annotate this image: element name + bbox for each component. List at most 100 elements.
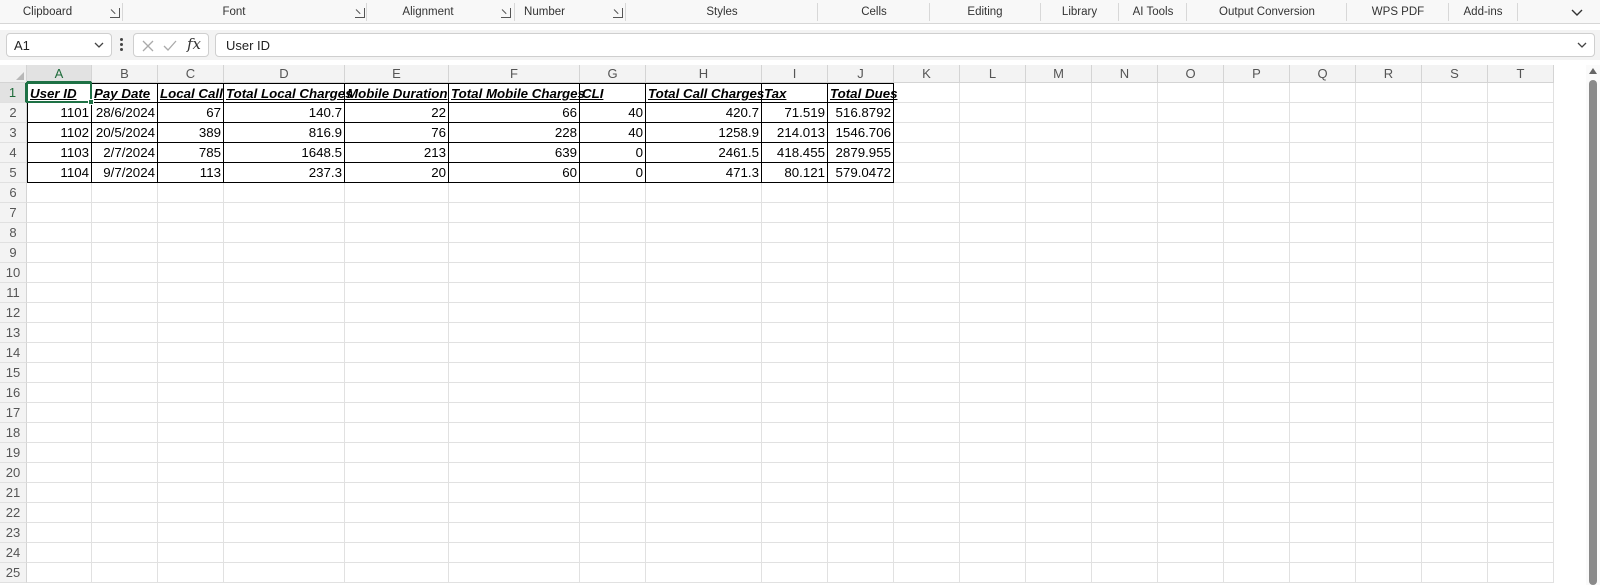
- cell-s9[interactable]: [1422, 243, 1488, 263]
- cell-p18[interactable]: [1224, 423, 1290, 443]
- cell-p10[interactable]: [1224, 263, 1290, 283]
- cell-h17[interactable]: [646, 403, 762, 423]
- cell-c15[interactable]: [158, 363, 224, 383]
- cell-o6[interactable]: [1158, 183, 1224, 203]
- cell-t25[interactable]: [1488, 563, 1554, 583]
- cell-j18[interactable]: [828, 423, 894, 443]
- cell-r20[interactable]: [1356, 463, 1422, 483]
- cell-g13[interactable]: [580, 323, 646, 343]
- cell-i13[interactable]: [762, 323, 828, 343]
- column-header-o[interactable]: O: [1158, 65, 1224, 83]
- cell-t23[interactable]: [1488, 523, 1554, 543]
- cell-j6[interactable]: [828, 183, 894, 203]
- cell-h4[interactable]: 2461.5: [646, 143, 762, 163]
- header-cell-j[interactable]: Total Dues: [828, 83, 897, 103]
- cell-h10[interactable]: [646, 263, 762, 283]
- cell-j20[interactable]: [828, 463, 894, 483]
- cell-e22[interactable]: [345, 503, 449, 523]
- column-header-e[interactable]: E: [345, 65, 449, 83]
- cell-k2[interactable]: [894, 103, 960, 123]
- cell-a3[interactable]: 1102: [27, 123, 92, 143]
- cell-i19[interactable]: [762, 443, 828, 463]
- cell-c18[interactable]: [158, 423, 224, 443]
- cell-g7[interactable]: [580, 203, 646, 223]
- cell-s22[interactable]: [1422, 503, 1488, 523]
- cell-c17[interactable]: [158, 403, 224, 423]
- cell-q14[interactable]: [1290, 343, 1356, 363]
- cell-e23[interactable]: [345, 523, 449, 543]
- row-header-4[interactable]: 4: [0, 143, 27, 163]
- cell-r14[interactable]: [1356, 343, 1422, 363]
- column-header-k[interactable]: K: [894, 65, 960, 83]
- cell-e13[interactable]: [345, 323, 449, 343]
- cell-h22[interactable]: [646, 503, 762, 523]
- cell-t6[interactable]: [1488, 183, 1554, 203]
- cell-i9[interactable]: [762, 243, 828, 263]
- cell-s1[interactable]: [1422, 83, 1488, 103]
- cell-p1[interactable]: [1224, 83, 1290, 103]
- cell-m3[interactable]: [1026, 123, 1092, 143]
- cell-o5[interactable]: [1158, 163, 1224, 183]
- cell-r3[interactable]: [1356, 123, 1422, 143]
- dialog-launcher-icon[interactable]: [501, 8, 511, 18]
- cell-b7[interactable]: [92, 203, 158, 223]
- cell-q8[interactable]: [1290, 223, 1356, 243]
- cell-p7[interactable]: [1224, 203, 1290, 223]
- cell-g20[interactable]: [580, 463, 646, 483]
- header-cell-d[interactable]: Total Local Charges: [224, 83, 353, 103]
- cell-b14[interactable]: [92, 343, 158, 363]
- cell-q3[interactable]: [1290, 123, 1356, 143]
- cell-o20[interactable]: [1158, 463, 1224, 483]
- cell-s14[interactable]: [1422, 343, 1488, 363]
- cell-l4[interactable]: [960, 143, 1026, 163]
- cell-m6[interactable]: [1026, 183, 1092, 203]
- header-cell-a[interactable]: User ID: [27, 83, 92, 103]
- cell-t7[interactable]: [1488, 203, 1554, 223]
- cell-l17[interactable]: [960, 403, 1026, 423]
- cell-h24[interactable]: [646, 543, 762, 563]
- cell-b9[interactable]: [92, 243, 158, 263]
- cell-h16[interactable]: [646, 383, 762, 403]
- row-header-16[interactable]: 16: [0, 383, 27, 403]
- cell-n2[interactable]: [1092, 103, 1158, 123]
- cell-f21[interactable]: [449, 483, 580, 503]
- cell-t5[interactable]: [1488, 163, 1554, 183]
- cell-t22[interactable]: [1488, 503, 1554, 523]
- cell-p13[interactable]: [1224, 323, 1290, 343]
- cell-h15[interactable]: [646, 363, 762, 383]
- cell-d6[interactable]: [224, 183, 345, 203]
- cell-m2[interactable]: [1026, 103, 1092, 123]
- cell-e10[interactable]: [345, 263, 449, 283]
- cell-n25[interactable]: [1092, 563, 1158, 583]
- cell-b16[interactable]: [92, 383, 158, 403]
- row-header-21[interactable]: 21: [0, 483, 27, 503]
- cell-d18[interactable]: [224, 423, 345, 443]
- cell-c7[interactable]: [158, 203, 224, 223]
- cell-o2[interactable]: [1158, 103, 1224, 123]
- cell-q4[interactable]: [1290, 143, 1356, 163]
- cell-m18[interactable]: [1026, 423, 1092, 443]
- cell-k17[interactable]: [894, 403, 960, 423]
- cell-e20[interactable]: [345, 463, 449, 483]
- cell-j3[interactable]: 1546.706: [828, 123, 894, 143]
- cell-h5[interactable]: 471.3: [646, 163, 762, 183]
- cell-g5[interactable]: 0: [580, 163, 646, 183]
- cell-s19[interactable]: [1422, 443, 1488, 463]
- cell-e12[interactable]: [345, 303, 449, 323]
- cell-h9[interactable]: [646, 243, 762, 263]
- cell-m20[interactable]: [1026, 463, 1092, 483]
- cell-a19[interactable]: [27, 443, 92, 463]
- cell-o10[interactable]: [1158, 263, 1224, 283]
- cell-o18[interactable]: [1158, 423, 1224, 443]
- row-header-9[interactable]: 9: [0, 243, 27, 263]
- cell-m16[interactable]: [1026, 383, 1092, 403]
- cell-n12[interactable]: [1092, 303, 1158, 323]
- cell-e3[interactable]: 76: [345, 123, 449, 143]
- cell-m1[interactable]: [1026, 83, 1092, 103]
- cell-e25[interactable]: [345, 563, 449, 583]
- header-cell-b[interactable]: Pay Date: [92, 83, 158, 103]
- cell-a21[interactable]: [27, 483, 92, 503]
- row-header-13[interactable]: 13: [0, 323, 27, 343]
- cell-p23[interactable]: [1224, 523, 1290, 543]
- cell-m12[interactable]: [1026, 303, 1092, 323]
